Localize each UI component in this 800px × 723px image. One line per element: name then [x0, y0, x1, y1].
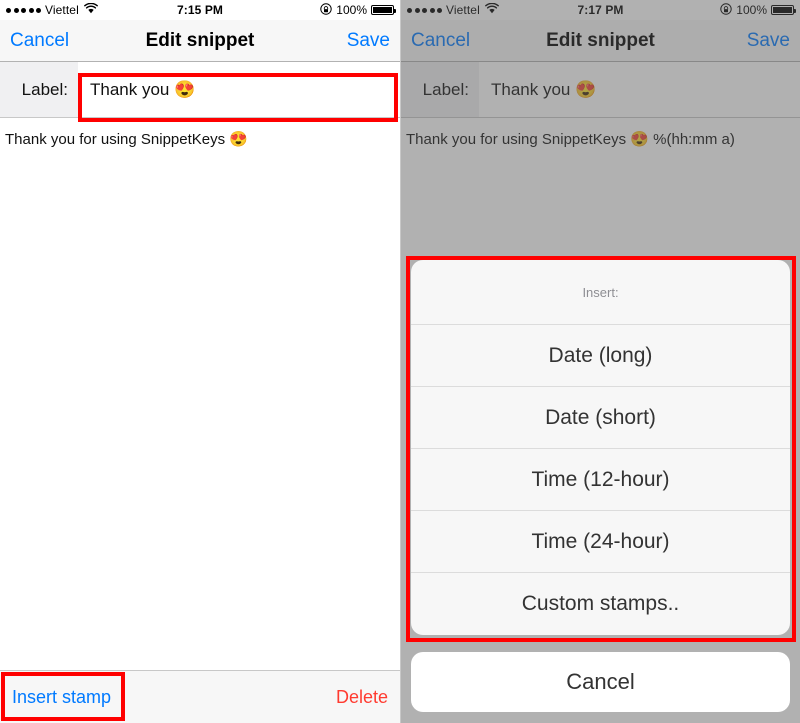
right-screen: Viettel 7:17 PM 100% Cancel Edit snippet…: [400, 0, 800, 723]
left-screen: Viettel 7:15 PM 100% Cancel Edit snippet…: [0, 0, 400, 723]
delete-button[interactable]: Delete: [336, 687, 388, 708]
save-button[interactable]: Save: [347, 30, 390, 52]
navigation-bar: Cancel Edit snippet Save: [0, 20, 400, 62]
action-sheet-item-custom-stamps[interactable]: Custom stamps..: [411, 573, 790, 635]
action-sheet-title: Insert:: [411, 260, 790, 325]
action-sheet-item-time-24-hour[interactable]: Time (24-hour): [411, 511, 790, 573]
screenshot-comparison: Viettel 7:15 PM 100% Cancel Edit snippet…: [0, 0, 800, 723]
insert-stamp-action-sheet: Insert: Date (long) Date (short) Time (1…: [411, 260, 790, 635]
status-bar: Viettel 7:15 PM 100%: [0, 0, 400, 20]
bottom-toolbar: Insert stamp Delete: [0, 670, 400, 723]
action-sheet-item-time-12-hour[interactable]: Time (12-hour): [411, 449, 790, 511]
snippet-body-textarea[interactable]: Thank you for using SnippetKeys 😍: [0, 118, 400, 610]
label-input[interactable]: Thank you 😍: [78, 62, 400, 117]
label-row: Label: Thank you 😍: [0, 62, 400, 118]
cancel-button[interactable]: Cancel: [10, 30, 69, 52]
action-sheet-item-date-short[interactable]: Date (short): [411, 387, 790, 449]
battery-full-icon: [371, 5, 396, 15]
insert-stamp-button[interactable]: Insert stamp: [12, 687, 111, 708]
label-caption: Label:: [0, 62, 78, 117]
action-sheet-item-date-long[interactable]: Date (long): [411, 325, 790, 387]
battery-percent-label: 100%: [336, 3, 367, 17]
rotation-lock-icon: [320, 2, 332, 18]
status-bar-right: 100%: [320, 2, 396, 18]
action-sheet-cancel-button[interactable]: Cancel: [411, 652, 790, 712]
